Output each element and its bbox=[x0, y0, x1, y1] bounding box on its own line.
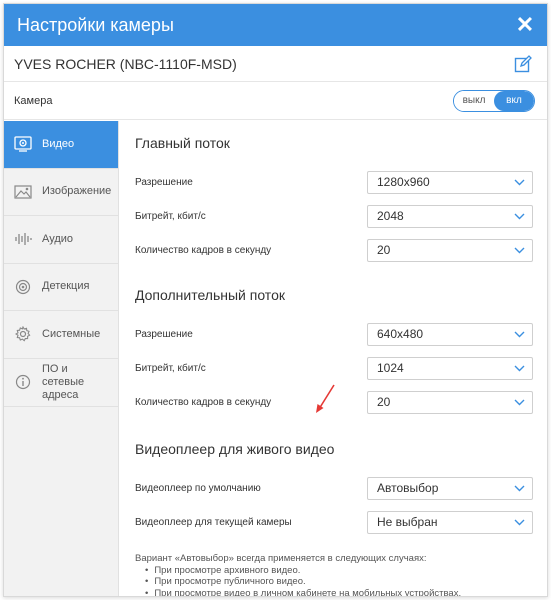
select-value: 640x480 bbox=[377, 327, 424, 341]
close-icon[interactable]: ✕ bbox=[515, 14, 535, 36]
player-default-select[interactable]: Автовыбор bbox=[367, 476, 533, 500]
note-intro: Вариант «Автовыбор» всегда применяется в… bbox=[135, 553, 427, 564]
main-bitrate-select[interactable]: 2048 bbox=[367, 204, 533, 228]
field-label: Видеоплеер для текущей камеры bbox=[135, 516, 292, 528]
sidebar-item-label: ПО и сетевые адреса bbox=[42, 362, 85, 401]
sub-bitrate-row: Битрейт, кбит/с 1024 bbox=[135, 351, 533, 385]
camera-label: Камера bbox=[14, 94, 53, 107]
chevron-down-icon bbox=[514, 331, 525, 337]
chevron-down-icon bbox=[514, 519, 525, 525]
dialog-title: Настройки камеры bbox=[17, 14, 174, 35]
select-value: 20 bbox=[377, 395, 391, 409]
field-label: Разрешение bbox=[135, 176, 193, 188]
sub-fps-row: Количество кадров в секунду 20 bbox=[135, 385, 533, 419]
chevron-down-icon bbox=[514, 365, 525, 371]
gear-icon bbox=[14, 325, 32, 343]
camera-name-row: YVES ROCHER (NBC-1110F-MSD) bbox=[4, 46, 547, 82]
camera-toggle[interactable]: выкл вкл bbox=[453, 89, 535, 112]
field-label: Битрейт, кбит/с bbox=[135, 362, 206, 374]
toggle-on-button[interactable]: вкл bbox=[494, 90, 534, 111]
select-value: Автовыбор bbox=[377, 481, 439, 495]
sub-fps-select[interactable]: 20 bbox=[367, 390, 533, 414]
main-bitrate-row: Битрейт, кбит/с 2048 bbox=[135, 199, 533, 233]
sidebar-item-label: Детекция bbox=[42, 280, 90, 293]
sidebar-item-label: Системные bbox=[42, 327, 101, 340]
field-label: Битрейт, кбит/с bbox=[135, 210, 206, 222]
chevron-down-icon bbox=[514, 179, 525, 185]
detection-icon bbox=[14, 278, 32, 296]
sidebar-item-image[interactable]: Изображение bbox=[4, 169, 118, 216]
sub-resolution-row: Разрешение 640x480 bbox=[135, 317, 533, 351]
info-icon bbox=[14, 373, 32, 391]
player-title: Видеоплеер для живого видео bbox=[135, 441, 335, 457]
sidebar-item-label: Изображение bbox=[42, 185, 112, 198]
select-value: 20 bbox=[377, 243, 391, 257]
main-resolution-row: Разрешение 1280x960 bbox=[135, 165, 533, 199]
sub-stream-title: Дополнительный поток bbox=[135, 287, 285, 303]
note-list: При просмотре архивного видео. При просм… bbox=[135, 565, 533, 597]
select-value: Не выбран bbox=[377, 515, 438, 529]
main-fps-select[interactable]: 20 bbox=[367, 238, 533, 262]
select-value: 1024 bbox=[377, 361, 404, 375]
camera-name: YVES ROCHER (NBC-1110F-MSD) bbox=[14, 55, 237, 72]
field-label: Разрешение bbox=[135, 328, 193, 340]
select-value: 2048 bbox=[377, 209, 404, 223]
autoselect-note: Вариант «Автовыбор» всегда применяется в… bbox=[135, 553, 533, 597]
settings-sidebar: Видео Изображение Аудио Детекция Системн… bbox=[4, 121, 119, 596]
edit-icon[interactable] bbox=[514, 54, 532, 73]
player-current-row: Видеоплеер для текущей камеры Не выбран bbox=[135, 505, 533, 539]
sidebar-item-audio[interactable]: Аудио bbox=[4, 216, 118, 264]
player-current-select[interactable]: Не выбран bbox=[367, 510, 533, 534]
video-icon bbox=[14, 135, 32, 153]
chevron-down-icon bbox=[514, 399, 525, 405]
list-item: При просмотре видео в личном кабинете на… bbox=[145, 588, 533, 597]
sidebar-item-video[interactable]: Видео bbox=[4, 121, 118, 169]
field-label: Количество кадров в секунду bbox=[135, 396, 272, 408]
main-fps-row: Количество кадров в секунду 20 bbox=[135, 233, 533, 267]
sidebar-item-label: Аудио bbox=[42, 232, 74, 245]
select-value: 1280x960 bbox=[377, 175, 430, 189]
field-label: Количество кадров в секунду bbox=[135, 244, 272, 256]
toggle-off-button[interactable]: выкл bbox=[454, 90, 494, 111]
list-item: При просмотре публичного видео. bbox=[145, 576, 533, 588]
audio-icon bbox=[14, 230, 32, 248]
sub-bitrate-select[interactable]: 1024 bbox=[367, 356, 533, 380]
sidebar-item-detection[interactable]: Детекция bbox=[4, 264, 118, 311]
chevron-down-icon bbox=[514, 247, 525, 253]
image-icon bbox=[14, 183, 32, 201]
sidebar-item-system[interactable]: Системные bbox=[4, 311, 118, 359]
sidebar-item-network[interactable]: ПО и сетевые адреса bbox=[4, 359, 118, 407]
chevron-down-icon bbox=[514, 213, 525, 219]
list-item: При просмотре архивного видео. bbox=[145, 565, 533, 577]
sidebar-item-label: Видео bbox=[42, 137, 75, 150]
camera-toggle-row: Камера выкл вкл bbox=[4, 82, 547, 120]
settings-content: Главный поток Разрешение 1280x960 Битрей… bbox=[119, 121, 547, 596]
dialog-titlebar: Настройки камеры ✕ bbox=[4, 4, 547, 46]
player-default-row: Видеоплеер по умолчанию Автовыбор bbox=[135, 471, 533, 505]
main-resolution-select[interactable]: 1280x960 bbox=[367, 170, 533, 194]
sub-resolution-select[interactable]: 640x480 bbox=[367, 322, 533, 346]
camera-settings-dialog: Настройки камеры ✕ YVES ROCHER (NBC-1110… bbox=[3, 3, 548, 597]
main-stream-title: Главный поток bbox=[135, 135, 230, 151]
field-label: Видеоплеер по умолчанию bbox=[135, 482, 261, 494]
chevron-down-icon bbox=[514, 485, 525, 491]
